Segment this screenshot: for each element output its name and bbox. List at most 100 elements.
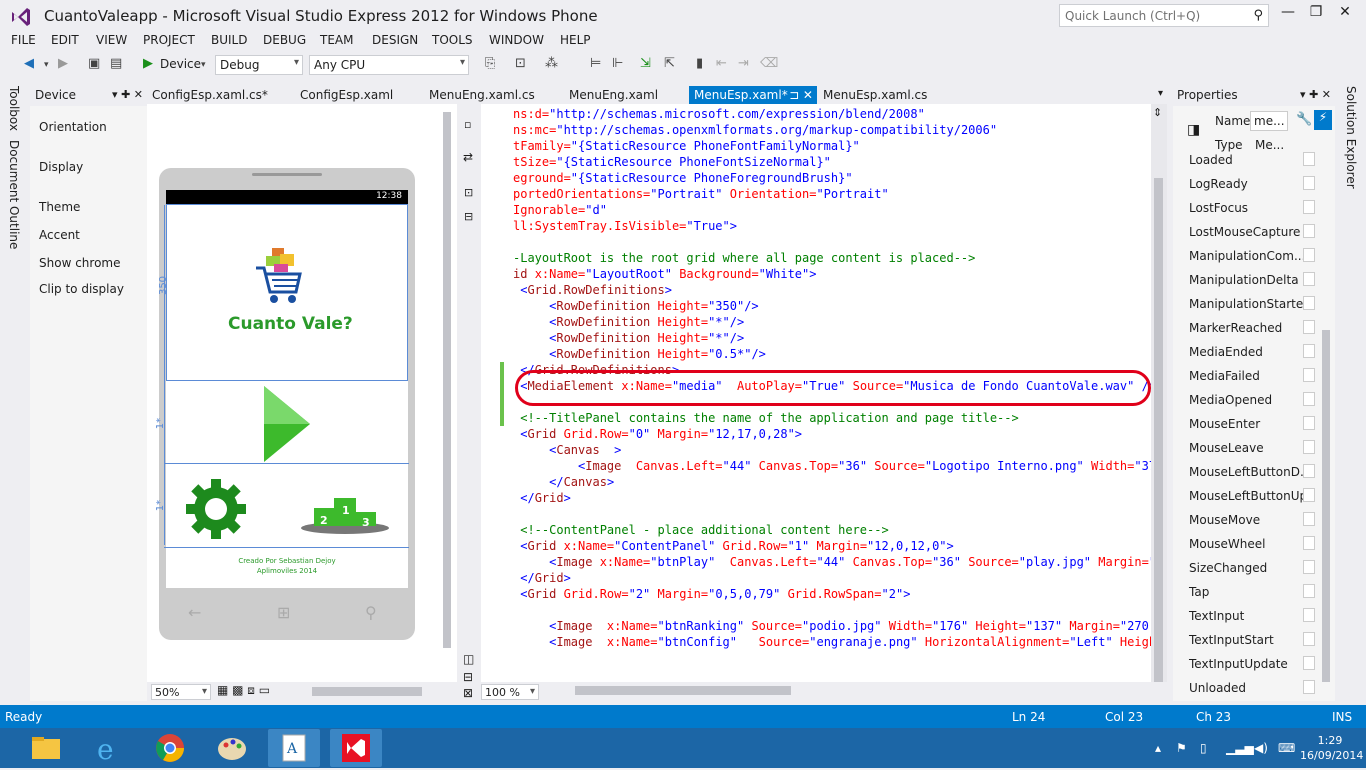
close-icon[interactable]: ⊐ ✕ xyxy=(789,88,813,102)
align2-icon[interactable]: ⊩ xyxy=(612,56,623,74)
event-handler-input[interactable] xyxy=(1303,248,1315,262)
taskbar-wordpad[interactable]: A xyxy=(268,729,320,767)
toolbox-tab[interactable]: Toolbox xyxy=(7,86,21,131)
forward-icon[interactable]: ▶ xyxy=(58,56,68,74)
menu-project[interactable]: PROJECT xyxy=(143,33,195,47)
grid-toggle-icon[interactable]: ▦ ▩ ⧈ ▭ xyxy=(217,683,270,698)
code-line[interactable]: ll:SystemTray.IsVisible="True"> xyxy=(513,219,737,235)
split-horizontal-icon[interactable]: ⊟ xyxy=(463,670,473,684)
configuration-select[interactable]: Debug ▾ xyxy=(215,55,303,75)
pane-icon[interactable]: ▫ xyxy=(464,118,471,131)
code-line[interactable]: <Image Canvas.Left="44" Canvas.Top="36" … xyxy=(513,459,1153,475)
code-line[interactable]: </Grid> xyxy=(513,491,571,507)
event-handler-input[interactable] xyxy=(1303,392,1315,406)
gear-icon[interactable] xyxy=(184,477,248,541)
tray-battery-icon[interactable]: ▯ xyxy=(1200,741,1207,755)
tab-menuesp-cs[interactable]: MenuEsp.xaml.cs xyxy=(818,86,932,104)
code-line[interactable]: <Grid Grid.Row="2" Margin="0,5,0,79" Gri… xyxy=(513,587,910,603)
code-line[interactable]: <Grid x:Name="ContentPanel" Grid.Row="1"… xyxy=(513,539,954,555)
quick-launch-input[interactable]: Quick Launch (Ctrl+Q) ⚲ xyxy=(1059,4,1269,27)
designer-zoom-select[interactable]: 50% ▾ xyxy=(151,684,211,700)
event-handler-input[interactable] xyxy=(1303,560,1315,574)
taskbar-paint[interactable] xyxy=(206,729,258,767)
tray-volume-icon[interactable]: ◀) xyxy=(1254,741,1268,755)
chevron-down-icon[interactable]: ▾ xyxy=(201,60,206,78)
code-line[interactable]: </Canvas> xyxy=(513,475,614,491)
taskbar-ie[interactable]: e xyxy=(82,729,134,767)
tab-menuesp-xaml[interactable]: MenuEsp.xaml* ⊐ ✕ xyxy=(689,86,817,104)
event-handler-input[interactable] xyxy=(1303,152,1315,166)
attach-icon[interactable]: ⎘ xyxy=(485,56,495,74)
name-input[interactable]: me... xyxy=(1250,111,1288,131)
code-line[interactable]: ns:mc="http://schemas.openxmlformats.org… xyxy=(513,123,997,139)
menu-team[interactable]: TEAM xyxy=(320,33,353,47)
code-line[interactable]: <!--ContentPanel - place additional cont… xyxy=(513,523,888,539)
code-line[interactable]: id x:Name="LayoutRoot" Background="White… xyxy=(513,267,816,283)
event-handler-input[interactable] xyxy=(1303,608,1315,622)
code-line[interactable]: tSize="{StaticResource PhoneFontSizeNorm… xyxy=(513,155,831,171)
solution-explorer-tab[interactable]: Solution Explorer xyxy=(1344,86,1358,189)
code-line[interactable]: <Grid.RowDefinitions> xyxy=(513,283,672,299)
events-lightning-icon[interactable]: ⚡ xyxy=(1314,110,1332,130)
next-bookmark-icon[interactable]: ⇥ xyxy=(738,56,749,74)
device-target-label[interactable]: Device xyxy=(160,57,201,75)
tab-configesp-xaml[interactable]: ConfigEsp.xaml xyxy=(295,86,398,104)
taskbar-chrome[interactable] xyxy=(144,729,196,767)
tab-configesp-cs[interactable]: ConfigEsp.xaml.cs* xyxy=(147,86,273,104)
event-handler-input[interactable] xyxy=(1303,656,1315,670)
clear-bookmark-icon[interactable]: ⌫ xyxy=(760,56,778,74)
bookmark-icon[interactable]: ▮ xyxy=(696,56,703,74)
align-icon[interactable]: ⊨ xyxy=(590,56,601,74)
menu-window[interactable]: WINDOW xyxy=(489,33,544,47)
code-line[interactable]: <Image x:Name="btnPlay" Canvas.Left="44"… xyxy=(513,555,1153,571)
uncomment-icon[interactable]: ⇱ xyxy=(664,56,675,74)
device-show-chrome[interactable]: Show chrome xyxy=(39,256,120,270)
properties-wrench-icon[interactable]: 🔧 xyxy=(1296,112,1312,127)
code-line[interactable]: </Grid> xyxy=(513,571,571,587)
event-handler-input[interactable] xyxy=(1303,176,1315,190)
designer-hscroll[interactable] xyxy=(312,687,422,696)
split-vertical-icon[interactable]: ◫ xyxy=(463,652,474,666)
device-clip-to-display[interactable]: Clip to display xyxy=(39,282,124,296)
code-line[interactable]: <RowDefinition Height="*"/> xyxy=(513,315,744,331)
event-handler-input[interactable] xyxy=(1303,512,1315,526)
menu-view[interactable]: VIEW xyxy=(96,33,127,47)
panel-controls-icon[interactable]: ▾ ✚ ✕ xyxy=(112,88,143,101)
tray-arrow-icon[interactable]: ▴ xyxy=(1155,741,1161,755)
designer-vscroll[interactable] xyxy=(443,112,451,648)
document-outline-tab[interactable]: Document Outline xyxy=(7,140,21,249)
event-handler-input[interactable] xyxy=(1303,680,1315,694)
menu-build[interactable]: BUILD xyxy=(211,33,247,47)
code-line[interactable]: <Image x:Name="btnRanking" Source="podio… xyxy=(513,619,1153,635)
editor-vscroll-thumb[interactable] xyxy=(1154,178,1163,690)
split-handle-icon[interactable]: ⇕ xyxy=(1153,106,1162,119)
event-handler-input[interactable] xyxy=(1303,272,1315,286)
grid-icon[interactable]: ⁂ xyxy=(545,56,558,74)
code-line[interactable]: <Canvas > xyxy=(513,443,621,459)
tray-network-icon[interactable]: ⚑ xyxy=(1176,741,1187,755)
code-line[interactable]: <RowDefinition Height="0.5*"/> xyxy=(513,347,766,363)
code-line[interactable]: tFamily="{StaticResource PhoneFontFamily… xyxy=(513,139,860,155)
start-debug-icon[interactable]: ▶ xyxy=(143,56,153,74)
swap-panes-icon[interactable]: ⇄ xyxy=(463,150,473,164)
menu-debug[interactable]: DEBUG xyxy=(263,33,306,47)
properties-scrollbar[interactable] xyxy=(1322,330,1330,682)
code-line[interactable]: eground="{StaticResource PhoneForeground… xyxy=(513,171,853,187)
device-orientation[interactable]: Orientation xyxy=(39,120,107,134)
code-line[interactable]: -LayoutRoot is the root grid where all p… xyxy=(513,251,975,267)
shopping-cart-icon[interactable] xyxy=(254,244,304,306)
new-project-icon[interactable]: ▣ xyxy=(88,56,100,74)
play-button-icon[interactable] xyxy=(262,384,312,464)
event-handler-input[interactable] xyxy=(1303,416,1315,430)
event-handler-input[interactable] xyxy=(1303,632,1315,646)
event-handler-input[interactable] xyxy=(1303,224,1315,238)
collapse-pane-icon[interactable]: ⊠ xyxy=(463,686,473,700)
code-line[interactable]: portedOrientations="Portrait" Orientatio… xyxy=(513,187,889,203)
chevron-down-icon[interactable]: ▾ xyxy=(1158,88,1163,99)
event-handler-input[interactable] xyxy=(1303,296,1315,310)
tray-signal-icon[interactable]: ▁▃▅ xyxy=(1226,741,1254,755)
tab-menueng-cs[interactable]: MenuEng.xaml.cs xyxy=(424,86,540,104)
tab-menueng-xaml[interactable]: MenuEng.xaml xyxy=(564,86,663,104)
tray-keyboard-icon[interactable]: ⌨ xyxy=(1278,741,1295,755)
back-icon[interactable]: ◀ xyxy=(24,56,34,74)
